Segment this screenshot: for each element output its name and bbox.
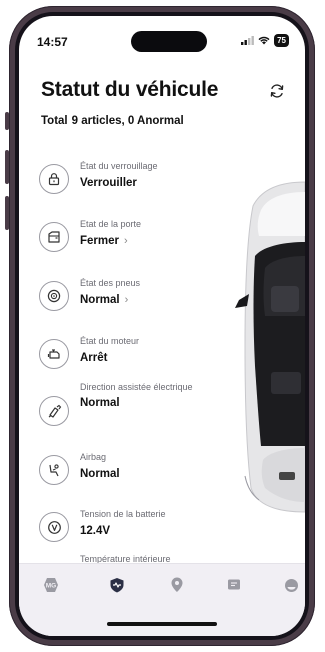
status-summary: Total 9 articles, 0 Anormal <box>41 115 184 127</box>
status-item-steering[interactable]: Direction assistée électrique Normal <box>39 382 239 432</box>
item-value: Fermer <box>80 235 119 247</box>
status-item-battery-voltage[interactable]: Tension de la batterie 12.4V <box>39 509 239 549</box>
item-label: État du verrouillage <box>80 161 158 171</box>
status-icons: 75 <box>241 34 289 47</box>
summary-total-text: 9 articles, 0 Anormal <box>71 115 184 127</box>
wifi-icon <box>258 36 270 45</box>
lock-icon <box>39 164 69 194</box>
item-value: Normal <box>80 294 120 306</box>
app-screen: 14:57 75 Statut du véhicule Total 9 arti… <box>19 16 305 636</box>
chevron-right-icon: › <box>124 294 129 306</box>
chevron-right-icon: › <box>124 235 128 247</box>
item-value: 12.4V <box>80 525 111 537</box>
item-value: Verrouiller <box>80 177 137 189</box>
dynamic-island <box>131 31 207 52</box>
item-label: Direction assistée électrique <box>80 382 193 392</box>
page-title: Statut du véhicule <box>41 78 219 101</box>
vehicle-top-view-image <box>235 181 305 513</box>
phone-bezel: 14:57 75 Statut du véhicule Total 9 arti… <box>15 12 309 640</box>
item-value: Normal <box>80 397 120 409</box>
airbag-icon <box>39 455 69 485</box>
item-value: Arrêt <box>80 352 108 364</box>
steering-icon <box>39 396 69 426</box>
item-label: Airbag <box>80 452 107 462</box>
status-item-engine[interactable]: État du moteur Arrêt <box>39 336 239 376</box>
battery-voltage-icon <box>39 512 69 542</box>
nav-item-profile[interactable] <box>280 574 302 596</box>
nav-item-vehicle-status[interactable] <box>106 574 128 596</box>
status-time: 14:57 <box>37 35 68 49</box>
bottom-navigation: MG <box>19 563 305 636</box>
mg-logo-icon: MG <box>44 578 58 592</box>
profile-icon <box>284 578 298 592</box>
nav-item-map[interactable] <box>166 574 188 596</box>
door-icon <box>39 222 69 252</box>
item-label: Tension de la batterie <box>80 509 166 519</box>
message-icon <box>228 579 240 590</box>
status-item-lock[interactable]: État du verrouillage Verrouiller <box>39 161 239 201</box>
svg-text:MG: MG <box>46 583 56 590</box>
nav-item-home[interactable]: MG <box>40 574 62 596</box>
status-item-tires[interactable]: État des pneus Normal › <box>39 278 239 318</box>
signal-icon <box>241 36 254 45</box>
nav-item-messages[interactable] <box>223 574 245 596</box>
status-item-airbag[interactable]: Airbag Normal <box>39 452 239 492</box>
status-item-door[interactable]: Etat de la porte Fermer › <box>39 219 239 259</box>
engine-icon <box>39 339 69 369</box>
tire-icon <box>39 281 69 311</box>
vehicle-health-icon <box>110 578 124 593</box>
phone-frame: 14:57 75 Statut du véhicule Total 9 arti… <box>9 6 315 646</box>
battery-indicator: 75 <box>274 34 289 47</box>
item-value: Normal <box>80 468 120 480</box>
location-pin-icon <box>171 577 183 592</box>
home-indicator <box>107 622 217 626</box>
summary-total-label: Total <box>41 115 68 127</box>
item-label: État du moteur <box>80 336 140 346</box>
item-label: État des pneus <box>80 278 141 288</box>
item-label: Etat de la porte <box>80 219 142 229</box>
refresh-icon[interactable] <box>269 83 285 99</box>
